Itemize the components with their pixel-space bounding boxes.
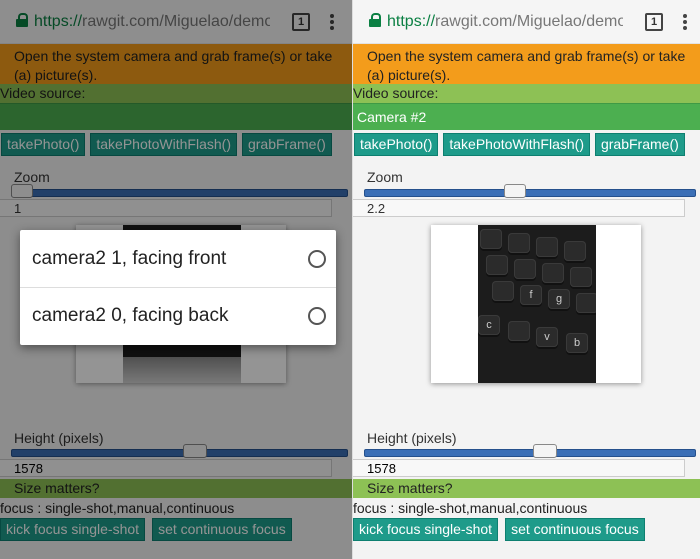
intro-text: Open the system camera and grab frame(s)…	[353, 44, 700, 84]
tab-switcher-icon[interactable]: 1	[645, 12, 663, 31]
focus-modes-text: focus : single-shot,manual,continuous	[353, 500, 588, 516]
key-c: c	[478, 315, 500, 335]
radio-icon[interactable]	[308, 307, 326, 325]
key-f: f	[520, 285, 542, 305]
height-value: 1578	[353, 459, 685, 477]
key-v: v	[536, 327, 558, 347]
height-slider-thumb[interactable]	[533, 444, 557, 458]
grab-frame-button[interactable]: grabFrame()	[594, 133, 685, 156]
capture-button-row: takePhoto() takePhotoWithFlash() grabFra…	[353, 130, 700, 159]
camera-option-back[interactable]: camera2 0, facing back	[20, 287, 336, 344]
height-label: Height (pixels)	[367, 430, 457, 446]
key-g: g	[548, 289, 570, 309]
video-source-select[interactable]: Camera #2	[353, 103, 700, 130]
kick-focus-button[interactable]: kick focus single-shot	[353, 518, 499, 541]
left-screen: https://rawgit.com/Miguelao/demos/ 1 Ope…	[0, 0, 352, 559]
key-b: b	[566, 333, 588, 353]
split-screen: https://rawgit.com/Miguelao/demos/ 1 Ope…	[0, 0, 700, 559]
focus-button-row: kick focus single-shot set continuous fo…	[353, 518, 645, 541]
continuous-focus-button[interactable]: set continuous focus	[505, 518, 645, 541]
take-photo-flash-button[interactable]: takePhotoWithFlash()	[443, 133, 590, 156]
camera-option-front[interactable]: camera2 1, facing front	[20, 230, 336, 287]
size-matters-label: Size matters?	[353, 479, 700, 498]
overflow-menu-icon[interactable]	[683, 12, 687, 32]
video-source-label: Video source:	[353, 84, 700, 103]
camera-option-label: camera2 1, facing front	[32, 247, 227, 269]
zoom-label: Zoom	[367, 169, 403, 185]
address-bar[interactable]: https://rawgit.com/Miguelao/demos/ 1	[353, 0, 700, 44]
url-text[interactable]: https://rawgit.com/Miguelao/demos/	[387, 13, 623, 31]
lock-icon	[369, 13, 381, 27]
camera-picker-dialog: camera2 1, facing front camera2 0, facin…	[20, 230, 336, 345]
zoom-slider[interactable]	[364, 184, 696, 198]
zoom-value: 2.2	[353, 199, 685, 217]
zoom-slider-thumb[interactable]	[504, 184, 526, 198]
photo-preview: f g c v b	[431, 225, 641, 383]
radio-icon[interactable]	[308, 249, 326, 268]
right-screen: https://rawgit.com/Miguelao/demos/ 1 Ope…	[352, 0, 700, 559]
height-slider[interactable]	[364, 444, 696, 458]
take-photo-button[interactable]: takePhoto()	[354, 133, 439, 156]
camera-image: f g c v b	[478, 225, 596, 383]
camera-option-label: camera2 0, facing back	[32, 305, 229, 326]
